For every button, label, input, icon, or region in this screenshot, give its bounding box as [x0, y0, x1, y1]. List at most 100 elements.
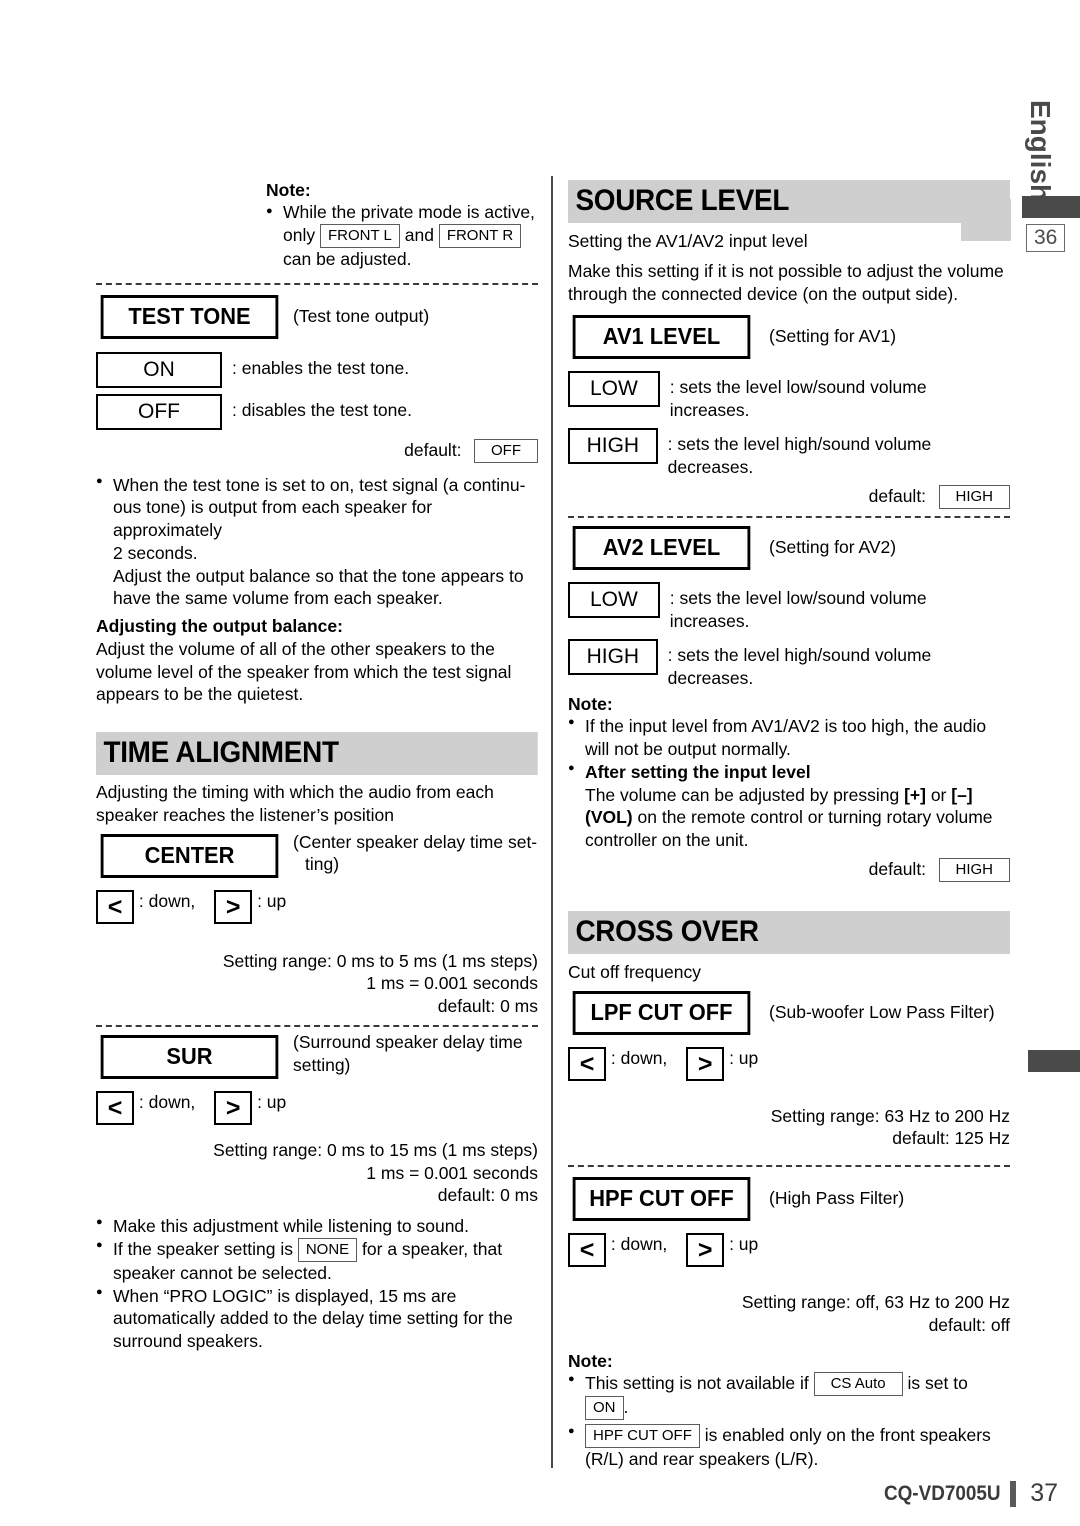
line-1a: When the test tone is set to on, test si… — [113, 474, 526, 495]
source-level-subtitle: Setting the AV1/AV2 input level — [568, 231, 808, 251]
ta-note-1-text: Make this adjustment while listening to … — [113, 1216, 470, 1236]
option-off[interactable]: OFF — [96, 393, 222, 430]
sur-caption-line1: (Surround speaker delay time — [293, 1031, 523, 1052]
ta-note-3: When “PRO LOGIC” is displayed, 15 ms are… — [96, 1285, 538, 1353]
test-tone-option-on: ON : enables the test tone. — [96, 351, 538, 388]
arrow-right-icon[interactable]: > — [686, 1046, 725, 1081]
bullet-dot-icon: ● — [266, 205, 273, 217]
option-on[interactable]: ON — [96, 351, 222, 388]
sl-note-2-pre: The volume can be adjusted by pressing — [585, 784, 905, 805]
center-caption: (Center speaker delay time set- ting) — [293, 831, 537, 877]
lpf-down-label: : down, — [610, 1047, 668, 1068]
option-low[interactable]: LOW — [568, 371, 660, 408]
ref-none: NONE — [297, 1237, 358, 1262]
arrow-left-icon[interactable]: < — [568, 1233, 606, 1267]
sur-up-label: : up — [257, 1091, 287, 1112]
test-tone-note-1: When the test tone is set to on, test si… — [96, 474, 538, 611]
co-note-1-mid: is set to — [902, 1372, 968, 1393]
sur-down-label: : down, — [138, 1091, 196, 1112]
key-av1-level[interactable]: AV1 LEVEL — [572, 315, 751, 360]
ref-hpf-cut-off: HPF CUT OFF — [585, 1423, 700, 1448]
sur-caption: (Surround speaker delay time setting) — [293, 1031, 523, 1077]
arrow-left-icon[interactable]: < — [96, 889, 134, 924]
lpf-up-label: : up — [729, 1047, 759, 1068]
key-plus[interactable]: [+] — [904, 785, 926, 805]
option-high[interactable]: HIGH — [568, 427, 658, 464]
balance-body: Adjust the volume of all of the other sp… — [96, 638, 512, 705]
note-bullet: ● While the private mode is active, only… — [266, 201, 538, 271]
note-label: Note: — [266, 180, 311, 200]
av2-option-low: LOW : sets the level low/sound volume in… — [568, 582, 1010, 633]
separator-dotted-2 — [96, 1024, 538, 1027]
note-text-and: and — [399, 224, 439, 245]
ref-cs-auto: CS Auto — [813, 1371, 903, 1396]
hpf-arrow-row: < : down, > : up — [568, 1233, 1010, 1267]
key-minus[interactable]: [–] — [951, 785, 972, 805]
line-1d: Adjust the output balance so that the to… — [113, 565, 524, 586]
hpf-up-label: : up — [729, 1234, 759, 1254]
lpf-default: default: 125 Hz — [892, 1128, 1010, 1149]
sl-note-2-or: or — [925, 784, 952, 805]
source-level-section: SOURCE LEVEL — [568, 180, 1010, 227]
test-tone-default-row: default: OFF — [96, 438, 538, 463]
page-footer: CQ-VD7005U 37 — [871, 1479, 1058, 1508]
center-key-row: CENTER (Center speaker delay time set- t… — [96, 831, 538, 878]
default-value-off: OFF — [474, 438, 538, 463]
sl-note-2: After setting the input level The volume… — [568, 761, 1010, 852]
default-value-high: HIGH — [938, 857, 1010, 882]
ref-front-r: FRONT R — [438, 223, 522, 248]
lpf-range: Setting range: 63 Hz to 200 Hz — [770, 1105, 1010, 1126]
arrow-left-icon[interactable]: < — [96, 1090, 134, 1125]
test-tone-notes: When the test tone is set to on, test si… — [96, 474, 538, 611]
option-high-desc: : sets the level high/sound volume decre… — [667, 644, 932, 688]
center-up-label: : up — [257, 890, 287, 911]
separator-dotted-3 — [568, 516, 1010, 519]
arrow-right-icon[interactable]: > — [214, 889, 253, 924]
arrow-right-icon[interactable]: > — [214, 1090, 253, 1125]
key-vol[interactable]: (VOL) — [585, 807, 633, 827]
co-note-2: HPF CUT OFF is enabled only on the front… — [568, 1423, 1010, 1471]
av1-key-row: AV1 LEVEL (Setting for AV1) — [568, 315, 1010, 360]
co-note-2-line2: (R/L) and rear speakers (L/R). — [585, 1448, 819, 1469]
cross-over-subtitle: Cut off frequency — [568, 961, 701, 982]
option-low[interactable]: LOW — [568, 582, 660, 619]
lpf-key-row: LPF CUT OFF (Sub-woofer Low Pass Filter) — [568, 990, 1010, 1035]
hpf-range: Setting range: off, 63 Hz to 200 Hz — [741, 1292, 1010, 1312]
separator-dotted — [96, 282, 538, 285]
av1-option-high: HIGH : sets the level high/sound volume … — [568, 427, 1010, 479]
center-down-label: : down, — [138, 890, 196, 911]
source-level-intro: Make this setting if it is not possible … — [568, 260, 1004, 304]
arrow-right-icon[interactable]: > — [686, 1233, 725, 1267]
center-caption-line2: ting) — [305, 854, 340, 875]
default-label: default: — [868, 486, 927, 507]
key-center[interactable]: CENTER — [100, 833, 279, 878]
sl-note-1-text: If the input level from AV1/AV2 is too h… — [585, 716, 987, 759]
ta-note-2: If the speaker setting is NONE for a spe… — [96, 1237, 538, 1285]
key-test-tone[interactable]: TEST TONE — [100, 294, 279, 339]
line-1b: ous tone) is output from each speaker fo… — [113, 497, 433, 540]
default-label: default: — [868, 858, 927, 879]
line-1e: have the same volume from each speaker. — [113, 588, 443, 609]
key-sur[interactable]: SUR — [100, 1034, 279, 1079]
note-text-tail: can be adjusted. — [283, 248, 412, 269]
av1-option-low: LOW : sets the level low/sound volume in… — [568, 371, 1010, 422]
key-hpf-cut-off[interactable]: HPF CUT OFF — [572, 1177, 751, 1221]
lpf-caption: (Sub-woofer Low Pass Filter) — [769, 1001, 995, 1022]
right-column: SOURCE LEVEL Setting the AV1/AV2 input l… — [568, 180, 1010, 1470]
edge-marker-dark-bottom — [1028, 1050, 1080, 1072]
test-tone-key-row: TEST TONE (Test tone output) — [96, 294, 538, 339]
option-off-desc: : disables the test tone. — [232, 399, 412, 420]
co-note-1-post: . — [623, 1396, 629, 1417]
option-high[interactable]: HIGH — [568, 638, 658, 675]
option-low-desc: : sets the level low/sound volume increa… — [669, 377, 927, 420]
key-av2-level[interactable]: AV2 LEVEL — [572, 526, 751, 571]
time-alignment-section: TIME ALIGNMENT — [96, 732, 538, 779]
av1-default-row: default: HIGH — [568, 485, 1010, 510]
arrow-left-icon[interactable]: < — [568, 1046, 606, 1081]
ta-note-1: Make this adjustment while listening to … — [96, 1215, 538, 1238]
option-on-desc: : enables the test tone. — [232, 357, 410, 378]
key-lpf-cut-off[interactable]: LPF CUT OFF — [572, 990, 751, 1035]
sur-default: default: 0 ms — [437, 1185, 538, 1206]
sur-key-row: SUR (Surround speaker delay time setting… — [96, 1032, 538, 1079]
center-range: Setting range: 0 ms to 5 ms (1 ms steps) — [222, 950, 538, 971]
